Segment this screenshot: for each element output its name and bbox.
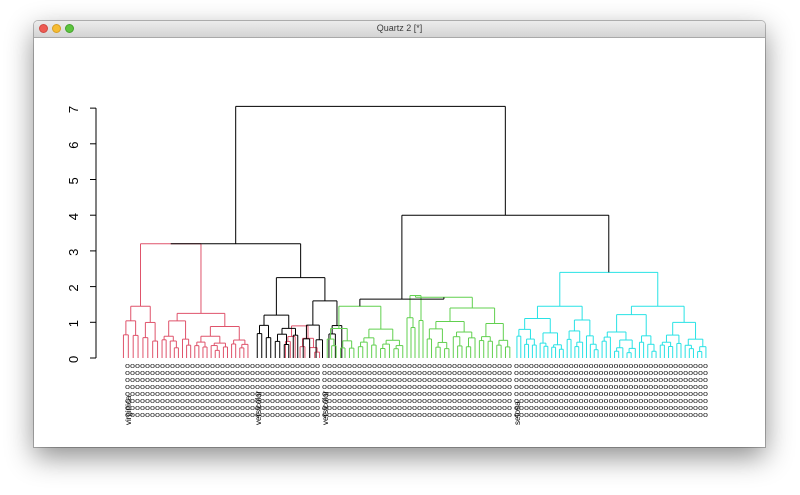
- leaf-label-row: oooooooooooooooooooooooooooooooooooooo: [322, 384, 512, 391]
- y-tick-label: 4: [66, 213, 81, 220]
- leaf-label-row: ooooooooooooo: [255, 377, 320, 384]
- leaf-label-row: oooooooooooooooooooooooooo: [125, 405, 255, 412]
- leaf-label-versicolor: versicolor: [321, 390, 330, 425]
- dendrogram-plot: 01234567 ooooooooooooooooooooooooooooooo…: [66, 105, 708, 425]
- leaf-label-row: ooooooooooooo: [255, 384, 320, 391]
- leaf-label-row: oooooooooooooooooooooooooo: [125, 377, 255, 384]
- leaf-label-row: ooooooooooooooooooooooooooooooooooooooo: [514, 405, 708, 412]
- leaf-label-row: ooooooooooooooooooooooooooooooooooooooo: [514, 412, 708, 419]
- leaf-labels: oooooooooooooooooooooooooooooooooooooooo…: [124, 363, 708, 425]
- leaf-label-row: oooooooooooooooooooooooooooooooooooooo: [322, 398, 512, 405]
- window-title: Quartz 2 [*]: [376, 23, 423, 33]
- leaf-label-row: ooooooooooooooooooooooooooooooooooooooo: [514, 370, 708, 377]
- y-tick-label: 6: [66, 142, 81, 149]
- leaf-label-row: ooooooooooooo: [255, 398, 320, 405]
- leaf-label-row: ooooooooooooo: [255, 370, 320, 377]
- leaf-label-row: oooooooooooooooooooooooooooooooooooooo: [322, 363, 512, 370]
- y-tick-label: 3: [66, 249, 81, 256]
- y-tick-label: 1: [66, 320, 81, 327]
- leaf-label-row: oooooooooooooooooooooooooo: [125, 384, 255, 391]
- y-tick-label: 2: [66, 284, 81, 291]
- y-tick-label: 5: [66, 177, 81, 184]
- leaf-label-row: ooooooooooooo: [255, 405, 320, 412]
- leaf-label-row: ooooooooooooooooooooooooooooooooooooooo: [514, 377, 708, 384]
- leaf-label-row: ooooooooooooo: [255, 363, 320, 370]
- leaf-label-row: ooooooooooooo: [255, 391, 320, 398]
- leaf-label-row: oooooooooooooooooooooooooooooooooooooo: [322, 412, 512, 419]
- leaf-label-setosa: setosa: [513, 401, 522, 425]
- leaf-label-row: oooooooooooooooooooooooooooooooooooooo: [322, 377, 512, 384]
- leaf-label-row: ooooooooooooooooooooooooooooooooooooooo: [514, 384, 708, 391]
- leaf-label-row: ooooooooooooooooooooooooooooooooooooooo: [514, 398, 708, 405]
- leaf-label-row: ooooooooooooooooooooooooooooooooooooooo: [514, 363, 708, 370]
- leaf-label-row: ooooooooooooooooooooooooooooooooooooooo: [514, 391, 708, 398]
- y-tick-label: 7: [66, 106, 81, 113]
- leaf-label-row: oooooooooooooooooooooooooo: [125, 412, 255, 419]
- y-axis: 0 1 2 3 4 5 6 7: [66, 106, 97, 363]
- leaf-label-row: oooooooooooooooooooooooooooooooooooooo: [322, 391, 512, 398]
- title-bar[interactable]: Quartz 2 [*]: [34, 21, 765, 38]
- leaf-label-row: oooooooooooooooooooooooooo: [125, 363, 255, 370]
- leaf-label-row: oooooooooooooooooooooooooo: [125, 398, 255, 405]
- dendrogram-tree: [122, 105, 707, 358]
- leaf-label-versicolor: versicolor: [254, 390, 263, 425]
- quartz-window: Quartz 2 [*] 01234567 oooooooooooooooooo…: [34, 21, 765, 447]
- leaf-label-row: oooooooooooooooooooooooooooooooooooooo: [322, 370, 512, 377]
- leaf-label-virginica: virginica: [124, 395, 133, 425]
- leaf-label-row: ooooooooooooo: [255, 412, 320, 419]
- leaf-label-row: oooooooooooooooooooooooooo: [125, 391, 255, 398]
- y-tick-label: 0: [66, 356, 81, 363]
- leaf-label-row: oooooooooooooooooooooooooooooooooooooo: [322, 405, 512, 412]
- leaf-label-row: oooooooooooooooooooooooooo: [125, 370, 255, 377]
